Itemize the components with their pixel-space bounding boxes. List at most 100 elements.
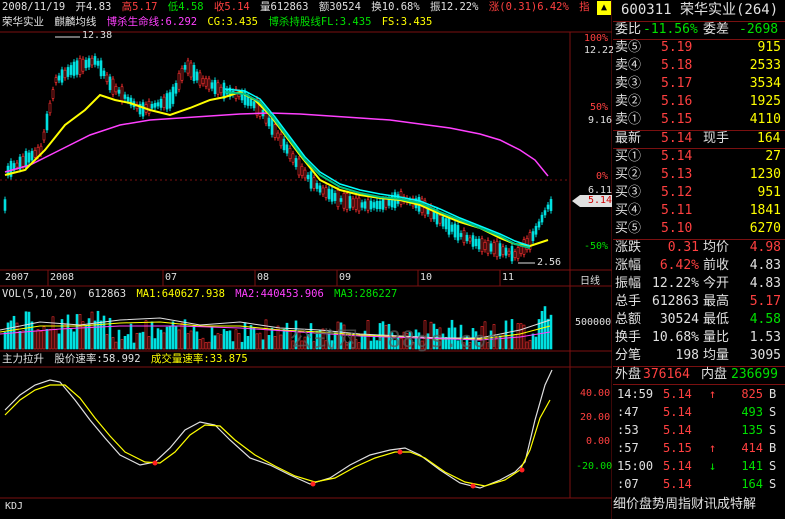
candle-body — [27, 152, 31, 163]
tick-volume: 493 — [741, 405, 763, 419]
candle-body — [351, 198, 355, 208]
tick-volume: 135 — [741, 423, 763, 437]
neipan-label: 内盘 — [701, 367, 728, 382]
candle-body — [279, 133, 283, 147]
stat-value: 4.83 — [749, 258, 781, 273]
osc-legend: 主力拉升 股价速率:58.992 成交量速率:33.875 — [2, 352, 252, 366]
candle-body — [375, 200, 379, 210]
candle-body — [486, 240, 490, 254]
sell-row: 卖① 5.15 4110 — [613, 112, 785, 129]
volume-bar — [549, 314, 553, 350]
candle-body — [84, 59, 88, 69]
candle-body — [309, 171, 313, 189]
volume-bar — [39, 331, 43, 350]
volume-bar — [90, 311, 94, 350]
candle-body — [201, 78, 205, 84]
candle-body — [543, 210, 547, 216]
stat-value: 6.42% — [659, 258, 699, 273]
candle-body — [276, 132, 280, 139]
volume-bar — [117, 329, 121, 350]
bottom-tab-bar[interactable]: 细价盘势周指财讯成特解 — [613, 496, 785, 514]
tick-price: 5.14 — [663, 459, 692, 473]
volume-bar — [147, 336, 151, 350]
candle-body — [360, 202, 364, 208]
candle-body — [102, 70, 106, 77]
volume-bar — [261, 339, 265, 350]
volume-bar — [240, 341, 244, 350]
volume-bar — [144, 320, 148, 350]
sell-volume: 3534 — [749, 76, 781, 91]
stat-label: 振幅 — [615, 276, 642, 291]
candle-body — [348, 196, 352, 209]
osc-title: 主力拉升 — [2, 353, 44, 365]
volume-bar — [279, 334, 283, 350]
chart-canvas — [0, 0, 612, 519]
volume-bar — [201, 337, 205, 350]
stat-value: 12.22% — [652, 276, 699, 291]
buy-price: 5.14 — [661, 149, 693, 164]
candle-body — [363, 201, 367, 209]
candle-body — [342, 193, 346, 209]
tick-row: :07 5.14 164 S — [613, 476, 785, 492]
candle-body — [63, 69, 67, 79]
candle-body — [189, 62, 193, 78]
weibi-value: -11.56% — [643, 22, 698, 37]
stats-row: 分笔 198 均量 3095 — [613, 348, 785, 365]
candle-body — [294, 158, 298, 167]
buy-label: 买④ — [615, 203, 642, 218]
candle-body — [273, 124, 277, 138]
tick-price: 5.14 — [663, 423, 692, 437]
candle-body — [540, 214, 544, 223]
high-price-mark: 12.38 — [82, 30, 113, 41]
vol-axis-label: 500000 — [575, 317, 612, 328]
volume-bar — [66, 314, 70, 350]
stat-label: 前收 — [703, 258, 730, 273]
candle-body — [99, 60, 103, 77]
volume-bar — [63, 324, 67, 350]
candle-body — [108, 76, 112, 91]
volume-bar — [510, 319, 514, 350]
stat-label: 涨幅 — [615, 258, 642, 273]
candle-body — [480, 238, 484, 252]
candle-body — [333, 193, 337, 201]
stats-row: 振幅 12.22% 今开 4.83 — [613, 276, 785, 293]
candle-body — [3, 199, 7, 211]
sell-label: 卖① — [615, 112, 642, 127]
candle-body — [156, 102, 160, 107]
osc-axis-neg20: -20.00 — [576, 461, 613, 472]
candle-body — [354, 197, 358, 210]
candle-body — [447, 217, 451, 235]
period-tab[interactable]: 日线 — [580, 272, 600, 287]
candle-body — [441, 216, 445, 227]
volume-bar — [264, 319, 268, 350]
candle-body — [150, 103, 154, 109]
ma-cyan — [224, 88, 531, 247]
candle-body — [372, 202, 376, 208]
volume-bar — [180, 322, 184, 350]
volume-bar — [222, 329, 226, 350]
volume-bar — [192, 325, 196, 350]
volume-bar — [504, 320, 508, 350]
pct-0: 0% — [596, 171, 609, 182]
osc-axis-0: 0.00 — [586, 436, 611, 447]
stat-label: 最低 — [703, 312, 730, 327]
volume-bar — [24, 311, 28, 350]
time-08: 08 — [257, 272, 270, 283]
volume-bar — [210, 326, 214, 350]
buy-volume: 1230 — [749, 167, 781, 182]
buy-row: 买④ 5.11 1841 — [613, 203, 785, 220]
tick-arrow: ↓ — [709, 459, 717, 473]
volume-bar — [198, 339, 202, 350]
candle-body — [72, 61, 76, 76]
candle-body — [498, 243, 502, 257]
candle-body — [465, 234, 469, 242]
candle-body — [75, 60, 79, 75]
volume-bar — [189, 330, 193, 350]
weicha-value: -2698 — [739, 22, 779, 37]
candle-body — [96, 60, 100, 66]
buy-price: 5.12 — [661, 185, 693, 200]
low-price-mark: 2.56 — [537, 257, 562, 268]
tab-kdj[interactable]: KDJ — [5, 501, 23, 512]
volume-bar — [207, 341, 211, 350]
volume-bar — [126, 334, 130, 350]
